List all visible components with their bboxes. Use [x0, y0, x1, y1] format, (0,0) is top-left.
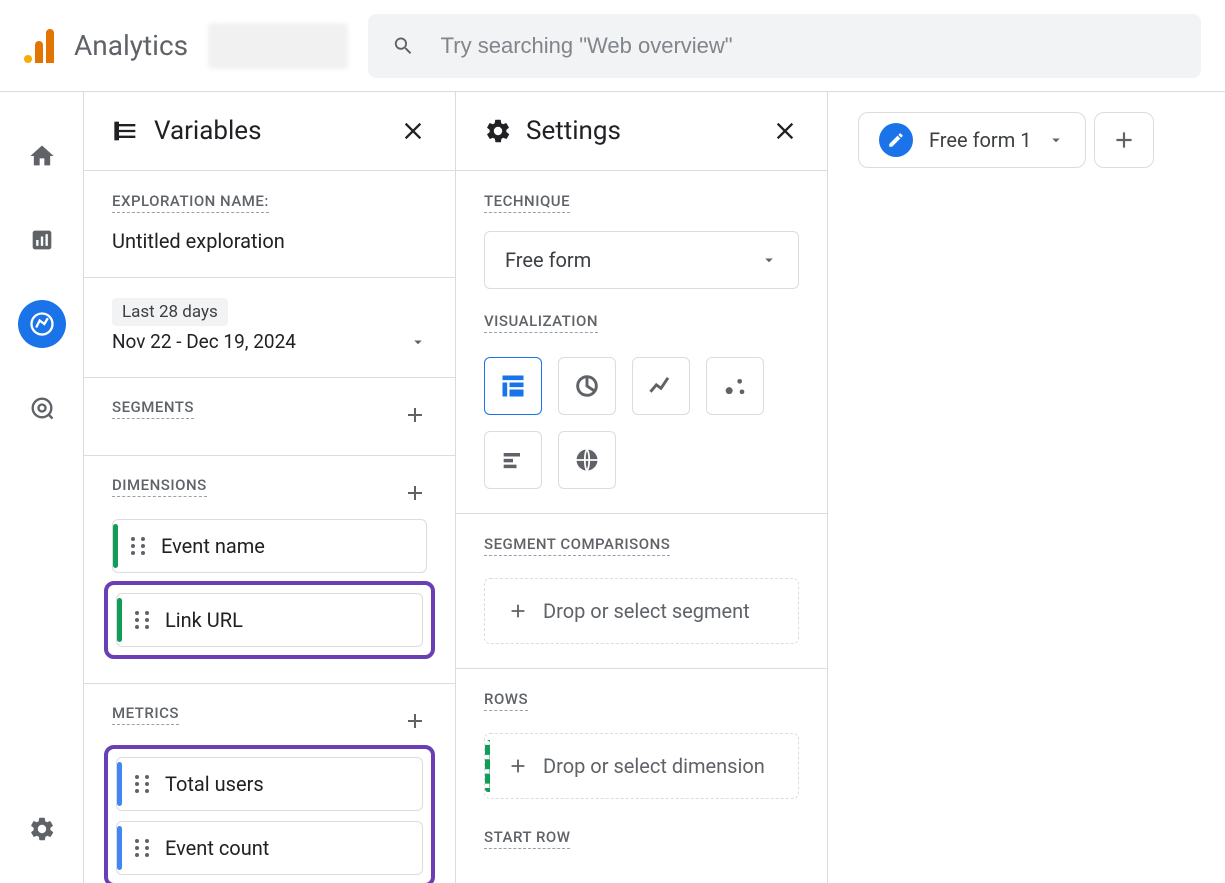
date-range-value: Nov 22 - Dec 19, 2024 — [112, 330, 296, 353]
drag-handle-icon — [135, 839, 151, 857]
dimension-chip[interactable]: Event name — [112, 519, 427, 573]
tutorial-highlight: Link URL — [104, 581, 435, 659]
viz-scatter-icon[interactable] — [706, 357, 764, 415]
technique-label: TECHNIQUE — [484, 192, 570, 213]
settings-panel: Settings TECHNIQUE Free form VISUALIZATI… — [456, 92, 828, 883]
segment-drop-text: Drop or select segment — [543, 599, 750, 623]
add-segment-icon[interactable] — [403, 403, 427, 427]
dimension-label: Link URL — [165, 608, 243, 632]
add-metric-icon[interactable] — [403, 709, 427, 733]
analytics-logo-icon — [24, 29, 54, 63]
metric-chip[interactable]: Event count — [116, 821, 423, 875]
edit-icon — [879, 123, 913, 157]
segment-drop-zone[interactable]: Drop or select segment — [484, 578, 799, 644]
tutorial-highlight: Total users Event count — [104, 745, 435, 883]
dimension-chip[interactable]: Link URL — [116, 593, 423, 647]
dimensions-label: DIMENSIONS — [112, 476, 207, 497]
drag-handle-icon — [131, 537, 147, 555]
plus-icon — [507, 600, 529, 622]
add-tab-button[interactable] — [1094, 112, 1154, 168]
exploration-name-section: EXPLORATION NAME: Untitled exploration — [84, 171, 455, 278]
search-bar[interactable] — [368, 14, 1201, 78]
drag-handle-icon — [135, 611, 151, 629]
tab-free-form[interactable]: Free form 1 — [858, 112, 1086, 168]
nav-home-icon[interactable] — [18, 132, 66, 180]
chevron-down-icon — [409, 333, 427, 351]
add-dimension-icon[interactable] — [403, 481, 427, 505]
product-label: Analytics — [74, 29, 188, 62]
settings-title: Settings — [526, 116, 757, 146]
segment-comparisons-label: SEGMENT COMPARISONS — [484, 535, 670, 556]
viz-table-icon[interactable] — [484, 357, 542, 415]
plus-icon — [1111, 127, 1137, 153]
gear-icon — [484, 117, 512, 145]
variables-panel: Variables EXPLORATION NAME: Untitled exp… — [84, 92, 456, 883]
account-picker[interactable] — [208, 23, 348, 69]
dimensions-section: DIMENSIONS Event name Link URL — [84, 456, 455, 684]
chevron-down-icon — [760, 251, 778, 269]
top-bar: Analytics — [0, 0, 1225, 92]
segments-label: SEGMENTS — [112, 398, 194, 419]
segments-section: SEGMENTS — [84, 378, 455, 456]
metric-chip[interactable]: Total users — [116, 757, 423, 811]
technique-section: TECHNIQUE Free form VISUALIZATION — [456, 171, 827, 514]
close-icon[interactable] — [399, 117, 427, 145]
metrics-label: METRICS — [112, 704, 179, 725]
visualization-label: VISUALIZATION — [484, 312, 598, 333]
exploration-canvas: Free form 1 — [828, 92, 1225, 883]
variables-title: Variables — [154, 116, 385, 146]
drag-handle-icon — [135, 775, 151, 793]
nav-explore-icon[interactable] — [18, 300, 66, 348]
technique-value: Free form — [505, 248, 591, 272]
nav-admin-icon[interactable] — [18, 805, 66, 853]
metric-label: Total users — [165, 772, 264, 796]
visualization-grid — [484, 357, 799, 489]
metric-label: Event count — [165, 836, 269, 860]
exploration-name-label: EXPLORATION NAME: — [112, 192, 269, 213]
settings-header: Settings — [456, 92, 827, 171]
start-row-label: START ROW — [484, 828, 570, 849]
nav-advertising-icon[interactable] — [18, 384, 66, 432]
exploration-name-value[interactable]: Untitled exploration — [112, 225, 427, 253]
viz-bar-icon[interactable] — [484, 431, 542, 489]
close-icon[interactable] — [771, 117, 799, 145]
tab-label: Free form 1 — [929, 128, 1031, 152]
dimension-label: Event name — [161, 534, 265, 558]
nav-reports-icon[interactable] — [18, 216, 66, 264]
rows-label: ROWS — [484, 690, 528, 711]
variables-icon — [112, 117, 140, 145]
tab-bar: Free form 1 — [858, 112, 1195, 168]
left-nav-rail — [0, 92, 84, 883]
viz-geo-icon[interactable] — [558, 431, 616, 489]
technique-select[interactable]: Free form — [484, 231, 799, 289]
plus-icon — [507, 755, 529, 777]
date-range-section[interactable]: Last 28 days Nov 22 - Dec 19, 2024 — [84, 278, 455, 378]
date-preset: Last 28 days — [112, 298, 228, 326]
rows-section: ROWS Drop or select dimension START ROW — [456, 669, 827, 883]
rows-drop-text: Drop or select dimension — [543, 754, 765, 778]
viz-donut-icon[interactable] — [558, 357, 616, 415]
rows-drop-zone[interactable]: Drop or select dimension — [484, 733, 799, 799]
search-icon — [392, 34, 415, 58]
variables-header: Variables — [84, 92, 455, 171]
metrics-section: METRICS Total users Event count — [84, 684, 455, 883]
chevron-down-icon — [1047, 131, 1065, 149]
viz-line-icon[interactable] — [632, 357, 690, 415]
segment-comparisons-section: SEGMENT COMPARISONS Drop or select segme… — [456, 514, 827, 669]
search-input[interactable] — [439, 32, 1177, 60]
